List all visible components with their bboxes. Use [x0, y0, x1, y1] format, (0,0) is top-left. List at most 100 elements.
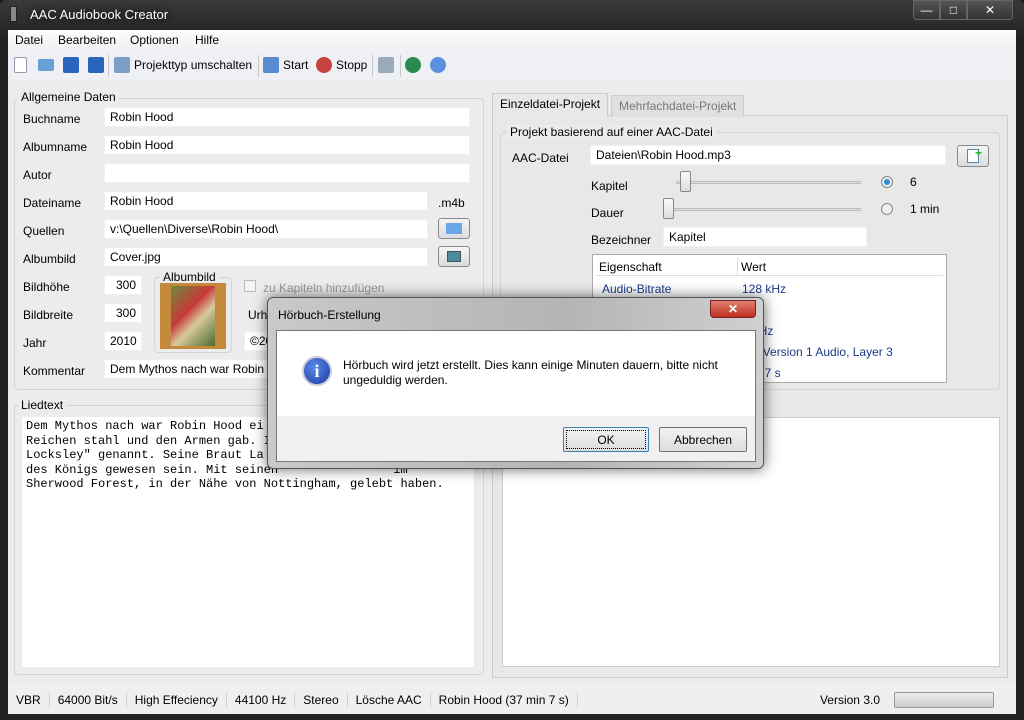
width-input[interactable]: 300: [104, 303, 142, 323]
duration-value: 1 min: [910, 202, 940, 216]
table-row[interactable]: Audio-Bitrate 128 kHz: [593, 279, 943, 299]
save-as-button[interactable]: [88, 56, 104, 74]
folder-icon: [446, 223, 462, 234]
dialog-title: Hörbuch-Erstellung: [278, 308, 381, 322]
add-to-chapters-label: zu Kapiteln hinzufügen: [263, 281, 385, 295]
maximize-button[interactable]: □: [940, 0, 967, 20]
field-input[interactable]: Robin Hood: [104, 191, 428, 211]
status-item: 44100 Hz: [227, 693, 296, 707]
close-button[interactable]: ✕: [967, 0, 1013, 20]
add-file-button[interactable]: +: [957, 145, 989, 167]
status-item: Lösche AAC: [348, 693, 431, 707]
comment-label: Kommentar: [23, 364, 86, 378]
new-file-icon: [14, 57, 27, 73]
field-input[interactable]: Robin Hood: [104, 135, 470, 155]
tab-single-file[interactable]: Einzeldatei-Projekt: [492, 93, 609, 117]
settings-button[interactable]: [378, 56, 394, 74]
browse-cover-button[interactable]: [438, 246, 470, 267]
new-button[interactable]: [14, 56, 27, 74]
chapter-slider-track[interactable]: [676, 181, 861, 184]
status-item: 64000 Bit/s: [50, 693, 127, 707]
save-as-icon: [88, 57, 104, 73]
cancel-button[interactable]: Abbrechen: [659, 427, 747, 452]
add-to-chapters-checkbox[interactable]: [244, 280, 256, 292]
save-icon: [63, 57, 79, 73]
year-input[interactable]: 2010: [104, 331, 142, 351]
column-header-property[interactable]: Eigenschaft: [599, 260, 662, 274]
message-dialog: Hörbuch-Erstellung ✕ i Hörbuch wird jetz…: [267, 297, 764, 469]
cover-group-title: Albumbild: [160, 270, 219, 284]
status-bar: VBR 64000 Bit/s High Effeciency 44100 Hz Ste…: [8, 686, 1016, 714]
menu-bearbeiten[interactable]: Bearbeiten: [58, 33, 116, 47]
status-item: Robin Hood (37 min 7 s): [431, 693, 578, 707]
stop-icon: [316, 57, 332, 73]
tools-icon: [378, 57, 394, 73]
start-button[interactable]: Start: [263, 56, 308, 74]
dialog-footer: OK Abbrechen: [277, 416, 755, 461]
switch-label: Projekttyp umschalten: [134, 58, 253, 72]
duration-slider-track[interactable]: [672, 208, 861, 211]
menu-bar: Datei Bearbeiten Optionen Hilfe: [8, 30, 1016, 50]
tab-multi-file[interactable]: Mehrfachdatei-Projekt: [611, 95, 745, 117]
save-button[interactable]: [63, 56, 79, 74]
duration-label: Dauer: [591, 206, 624, 220]
field-label: Buchname: [23, 112, 81, 126]
version-label: Version 3.0: [819, 693, 880, 707]
menu-optionen[interactable]: Optionen: [130, 33, 179, 47]
value-cell: EG Version 1 Audio, Layer 3: [742, 345, 893, 359]
switch-project-type-button[interactable]: Projekttyp umschalten: [114, 56, 252, 74]
field-label: Albumbild: [23, 252, 76, 266]
field-input[interactable]: Cover.jpg: [104, 247, 428, 267]
monitor-icon: [114, 57, 130, 73]
ok-button[interactable]: OK: [563, 427, 649, 452]
field-input[interactable]: v:\Quellen\Diverse\Robin Hood\: [104, 219, 428, 239]
toolbar: Projekttyp umschalten Start Stopp: [8, 50, 1016, 80]
table-header: Eigenschaft Wert: [596, 257, 943, 276]
lyrics-line: Sherwood Forest, in der Nähe von Notting…: [26, 477, 444, 491]
duration-slider-thumb[interactable]: [663, 198, 674, 219]
globe-icon: [405, 57, 421, 73]
name-input[interactable]: Kapitel: [663, 227, 867, 247]
open-button[interactable]: [38, 56, 54, 74]
app-icon: [10, 6, 17, 22]
stop-button[interactable]: Stopp: [316, 56, 367, 74]
window-title: AAC Audiobook Creator: [30, 7, 169, 22]
status-item: High Effeciency: [127, 693, 227, 707]
property-cell: Audio-Bitrate: [602, 282, 672, 296]
minimize-button[interactable]: —: [913, 0, 940, 20]
dialog-body: i Hörbuch wird jetzt erstellt. Dies kann…: [276, 330, 756, 462]
web-button[interactable]: [405, 56, 421, 74]
app-window: AAC Audiobook Creator — □ ✕ Datei Bearbe…: [0, 0, 1024, 720]
field-input[interactable]: Robin Hood: [104, 107, 470, 127]
status-item: VBR: [8, 693, 50, 707]
chapter-value: 6: [910, 175, 917, 189]
chapter-slider-thumb[interactable]: [680, 171, 691, 192]
browse-sources-button[interactable]: [438, 218, 470, 239]
field-label: Dateiname: [23, 196, 82, 210]
value-cell: 128 kHz: [742, 282, 787, 296]
chapter-radio[interactable]: [881, 176, 893, 188]
cover-image: [160, 283, 226, 349]
duration-radio[interactable]: [881, 203, 893, 215]
field-label: Autor: [23, 168, 52, 182]
extension-label: .m4b: [438, 196, 465, 210]
separator: [400, 55, 401, 77]
height-input[interactable]: 300: [104, 275, 142, 295]
info-button[interactable]: [430, 56, 446, 74]
dialog-message: Hörbuch wird jetzt erstellt. Dies kann e…: [343, 358, 718, 387]
menu-hilfe[interactable]: Hilfe: [195, 33, 219, 47]
single-file-group-title: Projekt basierend auf einer AAC-Datei: [507, 125, 716, 139]
separator: [258, 55, 259, 77]
separator: [372, 55, 373, 77]
dialog-close-button[interactable]: ✕: [710, 300, 756, 318]
image-icon: [447, 251, 461, 262]
lyrics-title: Liedtext: [18, 398, 67, 412]
progress-bar: [894, 692, 994, 708]
column-header-value[interactable]: Wert: [737, 257, 769, 276]
aac-file-input[interactable]: Dateien\Robin Hood.mp3: [590, 145, 946, 165]
menu-datei[interactable]: Datei: [15, 33, 43, 47]
stop-label: Stopp: [336, 58, 368, 72]
field-input[interactable]: [104, 163, 470, 183]
separator: [108, 55, 109, 77]
aac-file-label: AAC-Datei: [512, 151, 569, 165]
